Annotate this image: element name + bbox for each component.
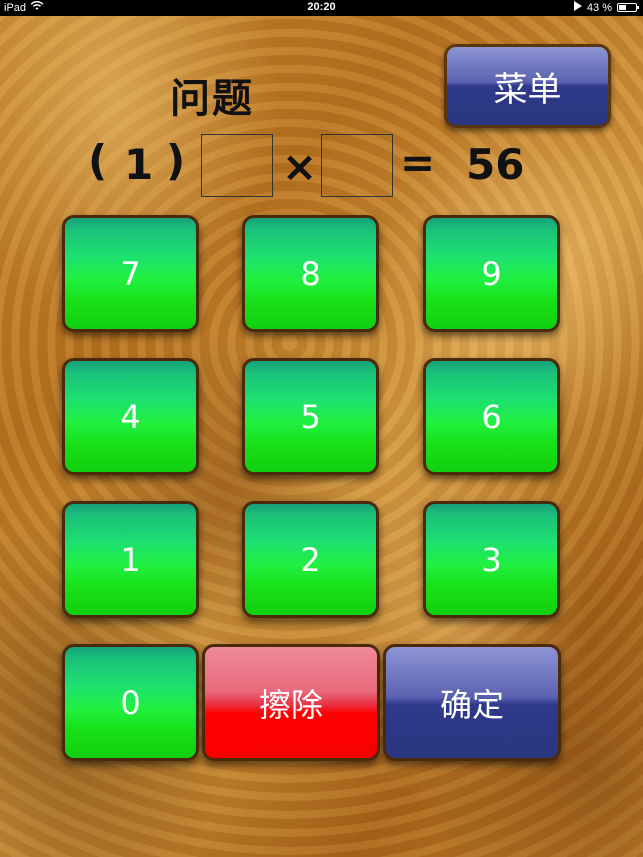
status-bar: iPad 20:20 43 % [0,0,643,16]
question-index: 1 [124,140,154,189]
close-paren: ) [166,136,186,185]
key-2[interactable]: 2 [242,501,379,618]
key-0[interactable]: 0 [62,644,199,761]
key-3[interactable]: 3 [423,501,560,618]
key-8[interactable]: 8 [242,215,379,332]
key-1[interactable]: 1 [62,501,199,618]
play-icon [573,1,582,14]
multiply-sign: × [282,142,318,191]
key-9[interactable]: 9 [423,215,560,332]
menu-button[interactable]: 菜单 [444,44,611,128]
key-6[interactable]: 6 [423,358,560,475]
key-7[interactable]: 7 [62,215,199,332]
product-value: 56 [466,140,525,189]
status-time: 20:20 [307,1,336,13]
erase-button[interactable]: 擦除 [202,644,380,761]
battery-icon [617,3,639,12]
key-4[interactable]: 4 [62,358,199,475]
factor-input-1[interactable] [201,134,273,197]
key-5[interactable]: 5 [242,358,379,475]
open-paren: ( [88,136,108,185]
page-title: 问题 [170,76,254,122]
battery-percent: 43 % [586,1,612,14]
equals-sign: = [400,138,436,187]
factor-input-2[interactable] [321,134,393,197]
confirm-button[interactable]: 确定 [383,644,561,761]
